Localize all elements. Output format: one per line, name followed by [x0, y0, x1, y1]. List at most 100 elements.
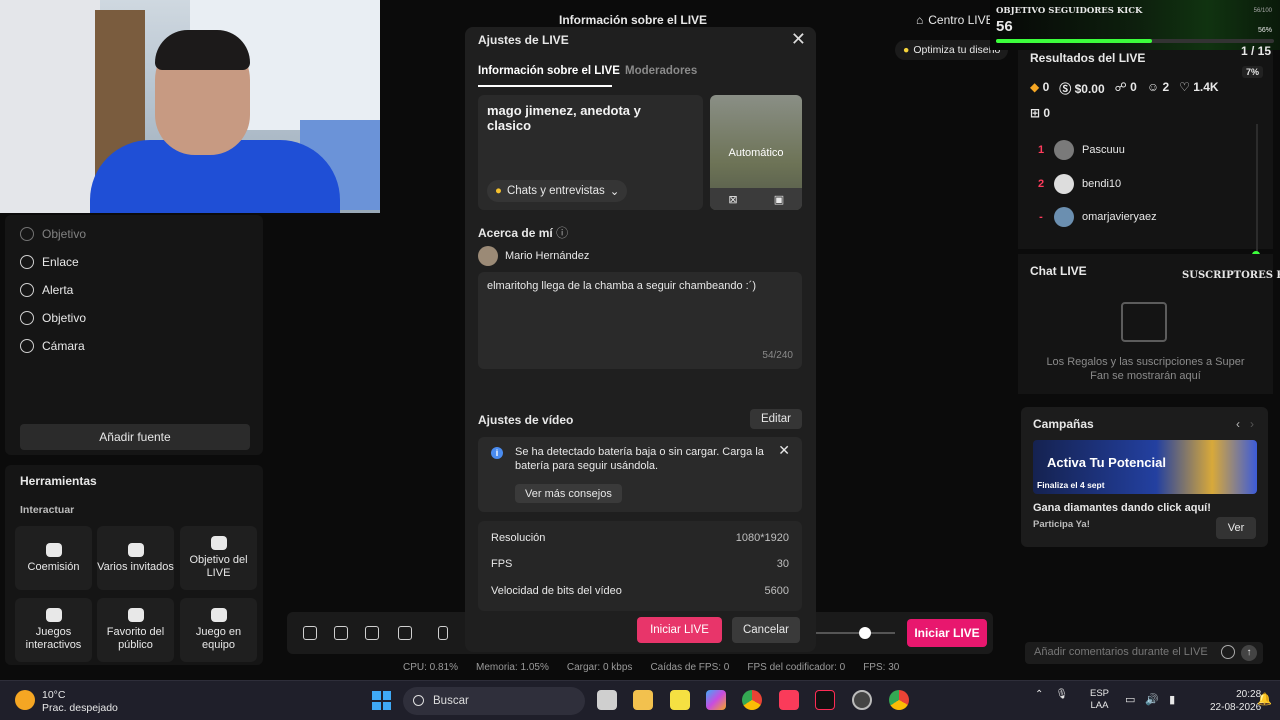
webcam-preview: [0, 0, 380, 213]
stream-info-title[interactable]: Información sobre el LIVE: [559, 13, 707, 27]
stream-title-input[interactable]: mago jimenez, anedota y clasico ● Chats …: [478, 95, 703, 210]
image-upload-icon[interactable]: ▣: [756, 188, 802, 210]
add-screen-icon[interactable]: [398, 626, 412, 640]
campaign-nav: ‹ ›: [1236, 417, 1254, 431]
cover-auto-label: Automático: [728, 147, 784, 159]
tiktok-live-studio-icon[interactable]: [815, 690, 835, 710]
phone-icon[interactable]: [438, 626, 448, 640]
ranking-row[interactable]: 1 Pascuuu: [1028, 139, 1258, 161]
dollar-icon: Ⓢ: [1059, 82, 1072, 96]
tool-varios-invitados[interactable]: Varios invitados: [97, 526, 174, 590]
campaigns-panel: Campañas ‹ › Activa Tu Potencial Finaliza…: [1021, 407, 1268, 547]
start-menu-button[interactable]: [372, 691, 391, 710]
obs-icon[interactable]: [852, 690, 872, 710]
emoji-icon[interactable]: [1221, 645, 1235, 659]
performance-stats: CPU: 0.81% Memoria: 1.05% Cargar: 0 kbps…: [403, 662, 900, 673]
stat-earnings: Ⓢ $0.00: [1059, 82, 1105, 96]
shield-icon: [20, 227, 34, 241]
diamond-icon: ◆: [1030, 80, 1040, 94]
start-live-button[interactable]: Iniciar LIVE: [637, 617, 722, 643]
follow-icon: ☺: [1146, 80, 1160, 94]
music-icon[interactable]: [334, 626, 348, 640]
campaign-banner[interactable]: Activa Tu Potencial Finaliza el 4 sept: [1033, 440, 1257, 494]
send-icon[interactable]: ↑: [1241, 645, 1257, 661]
bio-textarea[interactable]: elmaritohg llega de la chamba a seguir c…: [478, 272, 802, 369]
music-app-icon[interactable]: [779, 690, 799, 710]
source-item-objetivo-2[interactable]: Objetivo: [5, 304, 263, 332]
weather-temp: 10°C: [42, 689, 66, 701]
language-indicator[interactable]: ESP LAA: [1090, 688, 1109, 712]
chrome-icon[interactable]: [742, 690, 762, 710]
subscribers-overlay-label: SUSCRIPTORES K: [1182, 270, 1280, 281]
interact-label: Interactuar: [20, 504, 75, 516]
weather-desc: Prac. despejado: [42, 702, 118, 714]
help-icon[interactable]: ⓘ: [556, 226, 568, 240]
campaign-headline: Gana diamantes dando click aquí!: [1033, 502, 1211, 514]
campaign-view-button[interactable]: Ver: [1216, 517, 1256, 539]
ranking-row[interactable]: - omarjavieryaez: [1028, 206, 1258, 228]
chevron-right-icon[interactable]: ›: [1250, 417, 1254, 431]
tab-live-info[interactable]: Información sobre el LIVE: [478, 65, 620, 77]
microphone-icon[interactable]: 🎙: [1055, 689, 1068, 700]
cover-image[interactable]: Automático ⊠ ▣: [710, 95, 802, 210]
lightbulb-icon: ●: [903, 44, 910, 56]
results-page: 1 / 15: [1241, 44, 1272, 58]
about-heading: Acerca de mí ⓘ: [478, 226, 569, 240]
tool-favorito-publico[interactable]: Favorito del público: [97, 598, 174, 662]
close-icon[interactable]: ✕: [791, 29, 806, 50]
display-icon[interactable]: ▭: [1125, 693, 1135, 706]
more-tips-button[interactable]: Ver más consejos: [515, 484, 622, 503]
ranking-row[interactable]: 2 bendi10: [1028, 173, 1258, 195]
bio-value: elmaritohg llega de la chamba a seguir c…: [487, 280, 757, 292]
tool-objetivo-live[interactable]: Objetivo del LIVE: [180, 526, 257, 590]
cancel-button[interactable]: Cancelar: [732, 617, 800, 643]
taskbar-search-placeholder: Buscar: [433, 695, 469, 707]
tool-juegos-interactivos[interactable]: Juegos interactivos: [15, 598, 92, 662]
copilot-icon[interactable]: [706, 690, 726, 710]
notifications-icon[interactable]: 🔔: [1257, 692, 1272, 706]
source-item-enlace[interactable]: Enlace: [5, 248, 263, 276]
volume-slider[interactable]: [815, 632, 895, 634]
results-title: Resultados del LIVE: [1030, 51, 1146, 65]
weather-icon[interactable]: [15, 690, 35, 710]
source-item-objetivo-1[interactable]: Objetivo: [5, 220, 263, 248]
auto-cover-icon[interactable]: ⊠: [710, 188, 756, 210]
stat-new-followers: ☺ 2: [1146, 80, 1170, 94]
add-source-button[interactable]: Añadir fuente: [20, 424, 250, 450]
tab-moderators[interactable]: Moderadores: [625, 65, 697, 77]
category-dropdown[interactable]: ● Chats y entrevistas ⌄: [487, 180, 628, 202]
magic-wand-icon[interactable]: [303, 626, 317, 640]
chevron-left-icon[interactable]: ‹: [1236, 417, 1240, 431]
edit-video-button[interactable]: Editar: [749, 409, 802, 429]
comment-input[interactable]: Añadir comentarios durante el LIVE ↑: [1025, 642, 1263, 664]
team-icon: [210, 608, 227, 622]
camera-switch-icon[interactable]: [365, 626, 379, 640]
taskbar-search[interactable]: Buscar: [403, 687, 585, 715]
sticky-notes-icon[interactable]: [670, 690, 690, 710]
tool-juego-equipo[interactable]: Juego en equipo: [180, 598, 257, 662]
system-tray: ⌃ 🎙: [1035, 689, 1068, 700]
source-item-camara[interactable]: Cámara: [5, 332, 263, 360]
setting-row-resolution[interactable]: Resolución 1080*1920: [491, 532, 789, 544]
tool-coemision[interactable]: Coemisión: [15, 526, 92, 590]
close-icon[interactable]: ✕: [778, 442, 790, 459]
users-icon: ☍: [1114, 80, 1127, 94]
battery-icon[interactable]: ▮: [1169, 693, 1175, 706]
clock[interactable]: 20:28 22-08-2026: [1210, 688, 1261, 714]
setting-row-bitrate[interactable]: Velocidad de bits del vídeo 5600: [491, 585, 789, 597]
chevron-up-icon[interactable]: ⌃: [1035, 689, 1043, 700]
stream-title-value: mago jimenez, anedota y clasico: [487, 103, 641, 133]
banner-date: Finaliza el 4 sept: [1037, 480, 1105, 490]
volume-slider-thumb[interactable]: [859, 627, 871, 639]
info-icon: i: [491, 447, 503, 459]
live-center-link[interactable]: ⌂ Centro LIVE: [916, 13, 994, 27]
chrome-icon[interactable]: [889, 690, 909, 710]
volume-icon[interactable]: 🔊: [1145, 693, 1159, 706]
gamepad-icon: [45, 608, 62, 622]
results-stats: ◆ 0 Ⓢ $0.00 ☍ 0 ☺ 2 ♡ 1.4K: [1030, 80, 1219, 97]
file-explorer-icon[interactable]: [633, 690, 653, 710]
start-live-main-button[interactable]: Iniciar LIVE: [907, 619, 987, 647]
setting-row-fps[interactable]: FPS 30: [491, 558, 789, 570]
task-view-icon[interactable]: [597, 690, 617, 710]
source-item-alerta[interactable]: Alerta: [5, 276, 263, 304]
